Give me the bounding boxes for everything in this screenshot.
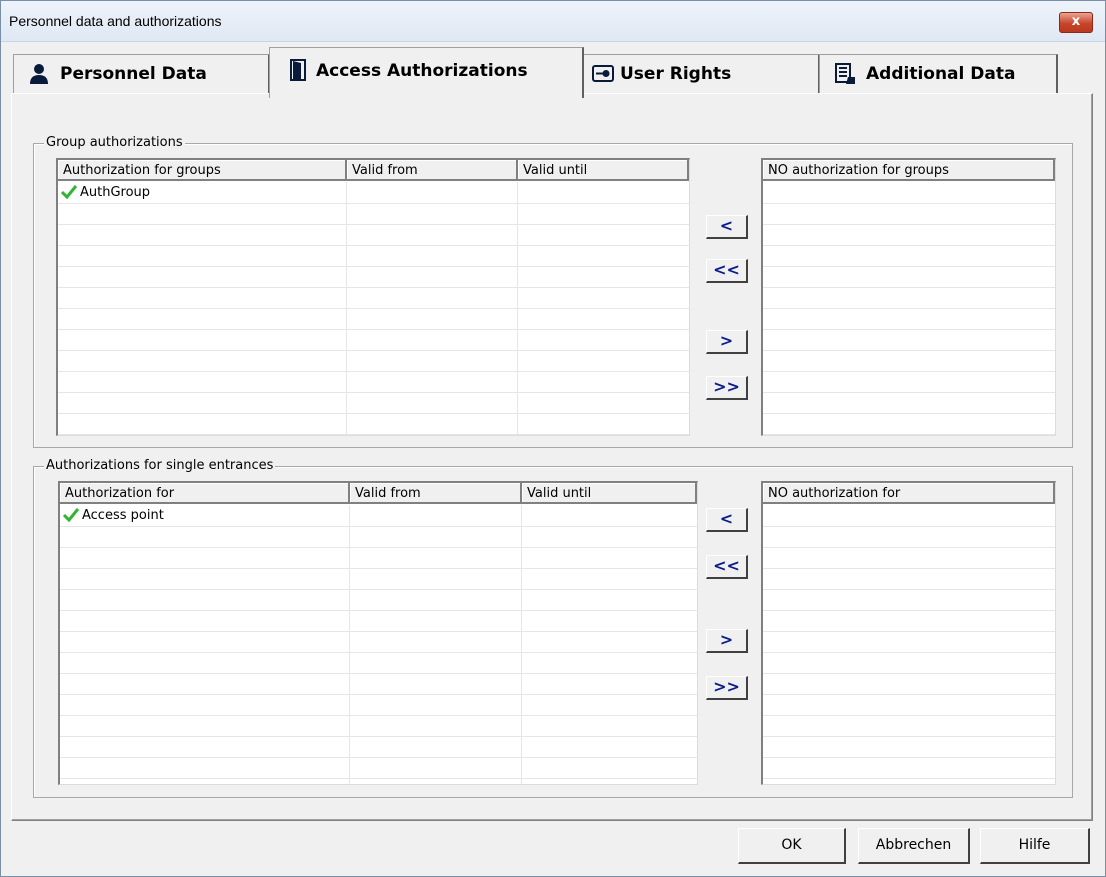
add-one-entrance-button[interactable]: <: [706, 508, 748, 532]
ok-button[interactable]: OK: [738, 828, 846, 864]
row-name: Access point: [82, 508, 164, 523]
tab-additional-data[interactable]: Additional Data: [819, 54, 1058, 93]
group-legend: Authorizations for single entrances: [44, 458, 276, 473]
column-header-authorization[interactable]: Authorization for groups: [58, 160, 347, 181]
column-header-valid-until[interactable]: Valid until: [518, 160, 689, 181]
disk-document-icon: [835, 63, 855, 84]
column-header-valid-from[interactable]: Valid from: [350, 483, 522, 504]
list-header: NO authorization for: [763, 483, 1055, 505]
check-icon: [63, 508, 79, 522]
no-entrance-auth-list[interactable]: NO authorization for: [761, 481, 1056, 785]
help-button[interactable]: Hilfe: [980, 828, 1090, 864]
close-icon: x: [1071, 14, 1081, 29]
add-all-groups-button[interactable]: <<: [706, 259, 748, 283]
person-icon: [30, 64, 48, 84]
column-header-no-authorization[interactable]: NO authorization for groups: [763, 160, 1055, 181]
remove-all-groups-button[interactable]: >>: [706, 376, 748, 400]
add-all-entrances-button[interactable]: <<: [706, 555, 748, 579]
column-header-valid-from[interactable]: Valid from: [347, 160, 518, 181]
entrance-auth-list[interactable]: Authorization for Valid from Valid until…: [58, 481, 698, 785]
tab-access-authorizations[interactable]: Access Authorizations: [269, 47, 584, 98]
group-legend: Group authorizations: [44, 135, 185, 150]
add-one-group-button[interactable]: <: [706, 215, 748, 239]
column-header-authorization[interactable]: Authorization for: [60, 483, 350, 504]
list-header: Authorization for Valid from Valid until: [60, 483, 697, 505]
tab-label: Additional Data: [866, 64, 1016, 84]
column-header-no-authorization[interactable]: NO authorization for: [763, 483, 1055, 504]
door-icon: [290, 59, 306, 81]
table-row[interactable]: Access point: [60, 505, 697, 527]
column-header-valid-until[interactable]: Valid until: [522, 483, 697, 504]
check-icon: [61, 185, 77, 199]
dialog-window: Personnel data and authorizations x Pers…: [0, 0, 1106, 877]
group-authorizations-box: Group authorizations Authorization for g…: [33, 135, 1073, 448]
list-header: NO authorization for groups: [763, 160, 1055, 182]
cancel-button[interactable]: Abbrechen: [858, 828, 970, 864]
single-entrances-box: Authorizations for single entrances Auth…: [33, 458, 1073, 798]
no-group-auth-list[interactable]: NO authorization for groups: [761, 158, 1056, 436]
row-name: AuthGroup: [80, 185, 151, 200]
tab-label: Access Authorizations: [316, 61, 528, 81]
table-row[interactable]: AuthGroup: [58, 182, 689, 204]
remove-one-group-button[interactable]: >: [706, 330, 748, 354]
close-button[interactable]: x: [1059, 12, 1093, 33]
remove-one-entrance-button[interactable]: >: [706, 629, 748, 653]
tab-strip: Personnel Data Access Authorizations Use…: [1, 41, 1105, 101]
group-auth-list[interactable]: Authorization for groups Valid from Vali…: [56, 158, 690, 436]
list-header: Authorization for groups Valid from Vali…: [58, 160, 689, 182]
tab-user-rights[interactable]: User Rights: [583, 54, 820, 93]
tab-label: Personnel Data: [60, 64, 207, 84]
key-card-icon: [592, 65, 614, 82]
title-bar: Personnel data and authorizations x: [1, 1, 1105, 42]
window-title: Personnel data and authorizations: [9, 13, 222, 29]
tab-personnel-data[interactable]: Personnel Data: [13, 54, 270, 93]
remove-all-entrances-button[interactable]: >>: [706, 676, 748, 700]
tab-label: User Rights: [620, 64, 732, 84]
